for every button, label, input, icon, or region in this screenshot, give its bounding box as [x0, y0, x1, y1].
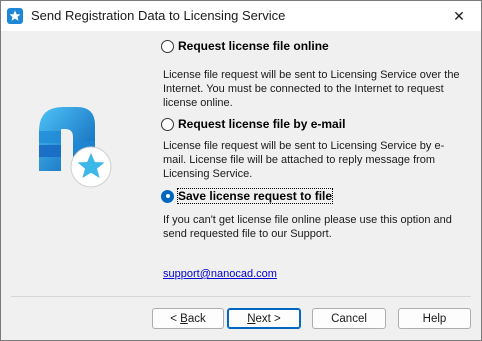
- option-online-description: License file request will be sent to Lic…: [163, 69, 460, 109]
- back-rest: ack: [187, 312, 206, 325]
- cancel-button[interactable]: Cancel: [312, 308, 386, 329]
- option-email[interactable]: Request license file by e-mail: [161, 117, 345, 131]
- radio-save-file[interactable]: [161, 189, 174, 203]
- option-online-label: Request license file online: [178, 39, 329, 53]
- back-prefix: <: [170, 312, 181, 325]
- radio-online[interactable]: [161, 39, 174, 53]
- dialog-window: Send Registration Data to Licensing Serv…: [0, 0, 482, 341]
- option-online[interactable]: Request license file online: [161, 39, 329, 53]
- dialog-content: Request license file online License file…: [1, 31, 481, 299]
- next-button[interactable]: Next >: [227, 308, 301, 329]
- option-save-file[interactable]: Save license request to file: [161, 188, 334, 204]
- nanocad-logo-icon: [39, 107, 112, 188]
- close-icon: ✕: [453, 7, 465, 24]
- title-bar: Send Registration Data to Licensing Serv…: [1, 1, 481, 31]
- support-email-link[interactable]: support@nanocad.com: [163, 268, 277, 280]
- app-star-icon: [7, 8, 23, 24]
- option-save-file-description: If you can't get license file online ple…: [163, 214, 452, 240]
- next-rest: ext >: [255, 312, 281, 325]
- separator: [11, 296, 471, 297]
- next-accel: N: [247, 312, 256, 325]
- back-accel: B: [180, 312, 188, 325]
- option-email-label: Request license file by e-mail: [178, 117, 346, 131]
- option-email-description: License file request will be sent to Lic…: [163, 140, 445, 180]
- close-button[interactable]: ✕: [437, 1, 481, 31]
- window-title: Send Registration Data to Licensing Serv…: [31, 8, 286, 23]
- help-button[interactable]: Help: [398, 308, 471, 329]
- back-button[interactable]: < Back: [152, 308, 224, 329]
- option-save-file-label: Save license request to file: [176, 188, 334, 204]
- radio-email[interactable]: [161, 117, 174, 131]
